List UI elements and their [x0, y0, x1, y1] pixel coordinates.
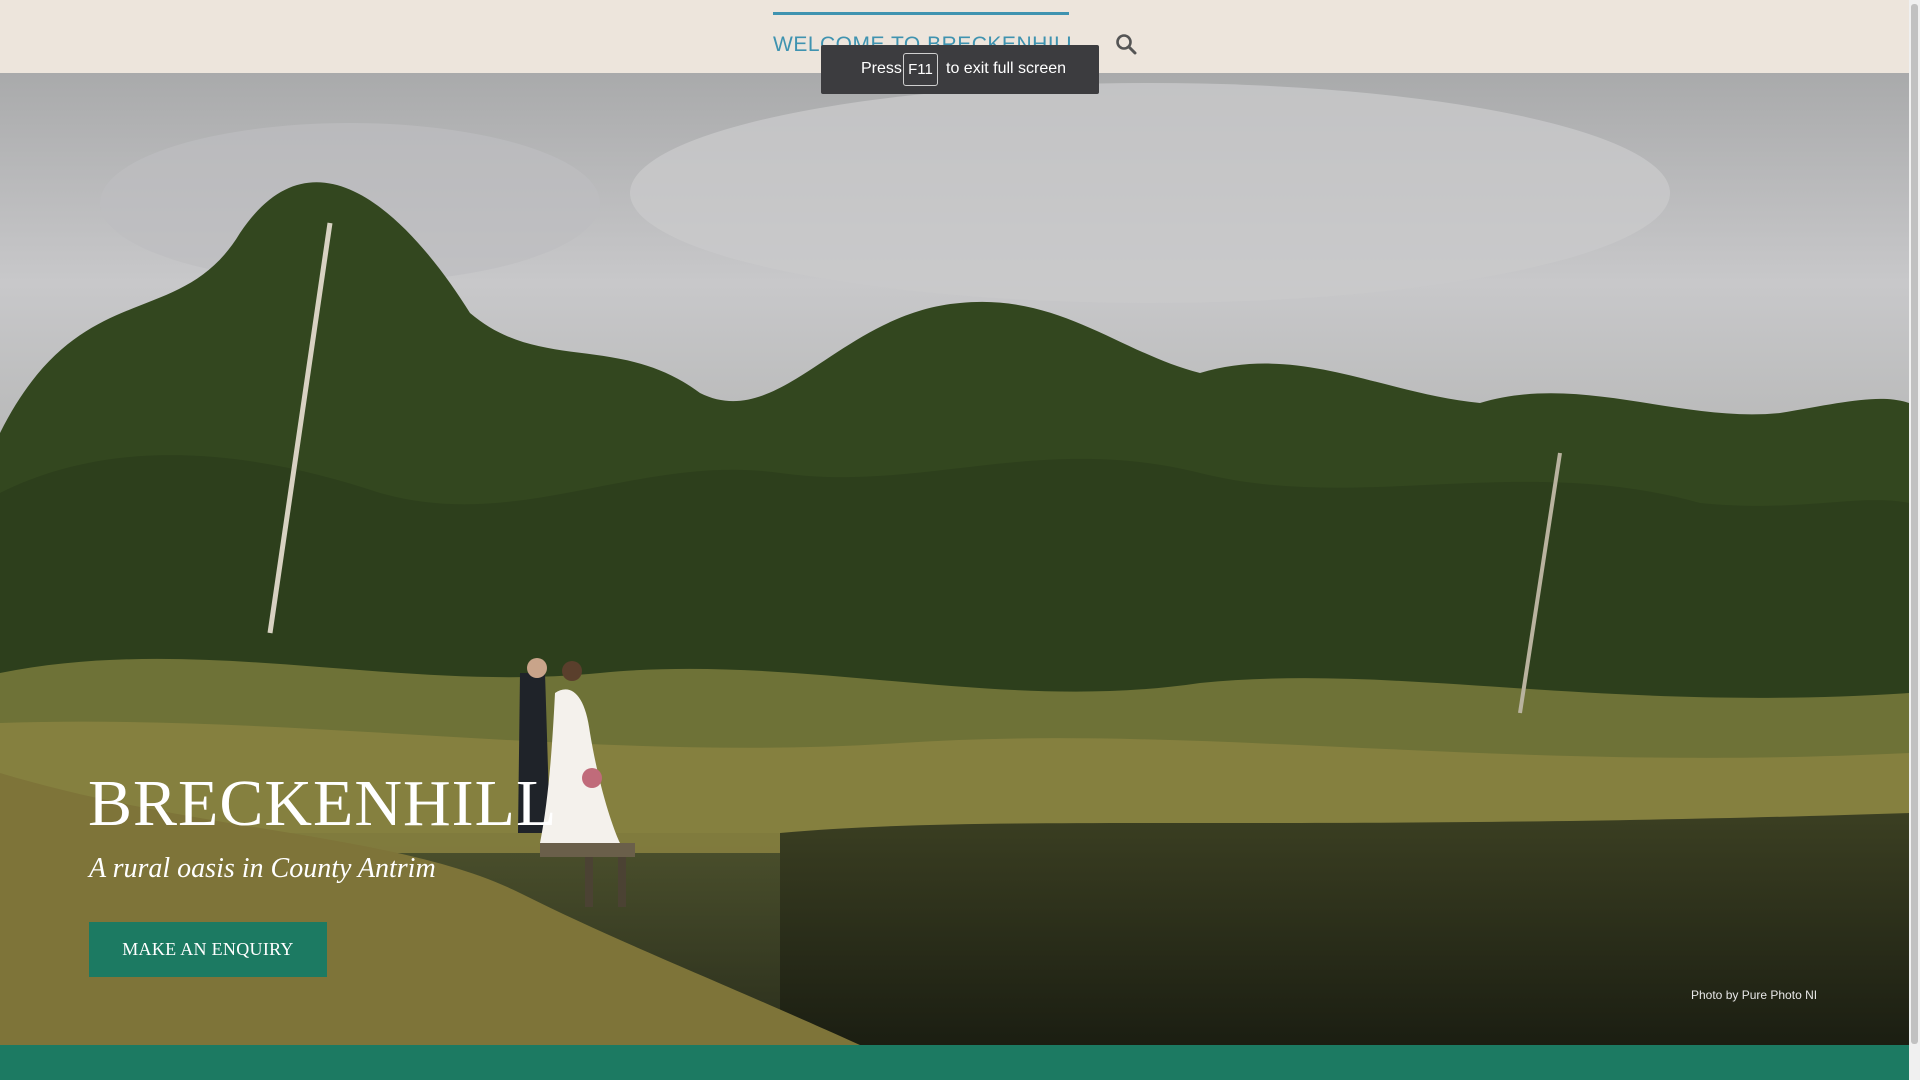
hero-section: BRECKENHILL A rural oasis in County Antr… [0, 73, 1909, 1045]
search-icon[interactable] [1115, 33, 1137, 55]
toast-key-badge: F11 [903, 53, 938, 86]
make-enquiry-button[interactable]: MAKE AN ENQUIRY [89, 922, 327, 977]
footer-band [0, 1045, 1909, 1080]
photo-credit: Photo by Pure Photo NI [1691, 988, 1818, 1002]
scrollbar-thumb[interactable] [1911, 4, 1918, 1044]
hero-title: BRECKENHILL [88, 767, 558, 840]
hero-subtitle: A rural oasis in County Antrim [89, 853, 436, 884]
hero-background-photo [0, 73, 1909, 1045]
toast-press-text: Press [861, 60, 902, 77]
toast-rest-text: to exit full screen [946, 60, 1067, 77]
fullscreen-toast: Press F11 to exit full screen [821, 45, 1099, 94]
